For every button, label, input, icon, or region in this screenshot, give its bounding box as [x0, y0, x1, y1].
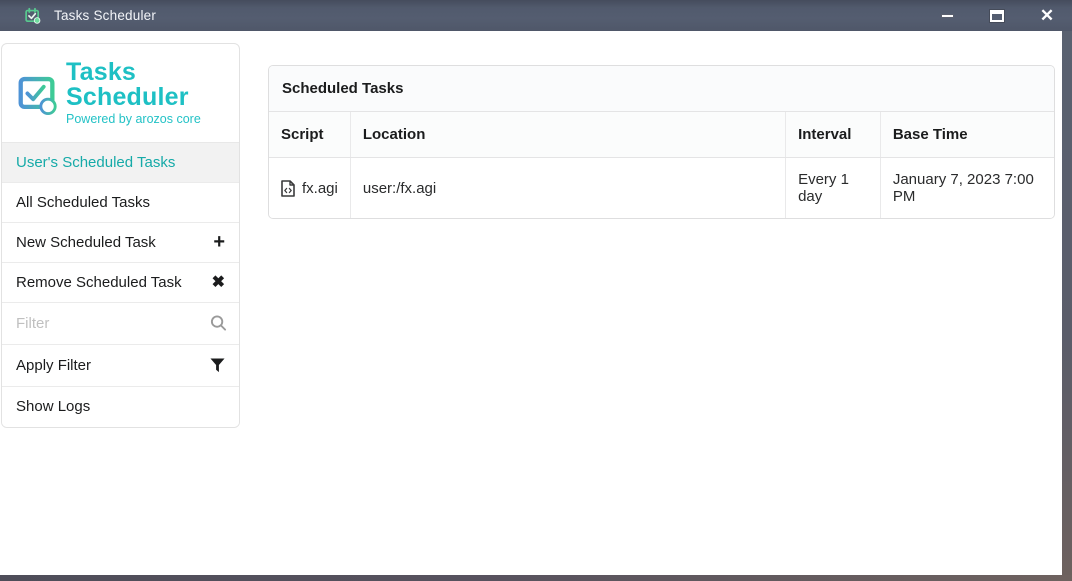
sidebar-item-new-scheduled-task[interactable]: New Scheduled Task + [2, 223, 239, 263]
filter-input[interactable] [2, 303, 239, 344]
titlebar: Tasks Scheduler ✕ [0, 0, 1072, 31]
sidebar-item-label: Apply Filter [16, 357, 91, 374]
table-header-row: Script Location Interval Base Time [269, 112, 1054, 158]
task-script-name: fx.agi [302, 180, 338, 197]
window-frame-right [1062, 31, 1072, 581]
close-icon: ✕ [1040, 7, 1054, 24]
sidebar-menu: User's Scheduled Tasks All Scheduled Tas… [2, 142, 239, 427]
window-title: Tasks Scheduler [54, 8, 156, 23]
sidebar-item-apply-filter[interactable]: Apply Filter [2, 345, 239, 387]
maximize-button[interactable] [984, 3, 1010, 29]
sidebar-item-users-scheduled-tasks[interactable]: User's Scheduled Tasks [2, 143, 239, 183]
window-frame-bottom [0, 575, 1072, 581]
minimize-button[interactable] [934, 3, 960, 29]
task-interval: Every 1 day [786, 158, 881, 219]
maximize-icon [990, 10, 1004, 22]
column-header-interval: Interval [786, 112, 881, 158]
sidebar-item-show-logs[interactable]: Show Logs [2, 387, 239, 427]
column-header-script: Script [269, 112, 350, 158]
sidebar: Tasks Scheduler Powered by arozos core U… [1, 43, 240, 428]
sidebar-item-remove-scheduled-task[interactable]: Remove Scheduled Task ✖ [2, 263, 239, 303]
app-tagline: Powered by arozos core [66, 113, 229, 126]
task-base-time: January 7, 2023 7:00 PM [880, 158, 1054, 219]
sidebar-item-label: Remove Scheduled Task [16, 274, 182, 291]
logo-text: Tasks Scheduler Powered by arozos core [66, 60, 229, 126]
app-window: Tasks Scheduler ✕ [0, 0, 1072, 581]
table-row[interactable]: fx.agi user:/fx.agi Every 1 day January … [269, 158, 1054, 219]
plus-icon: + [213, 231, 225, 254]
column-header-base-time: Base Time [880, 112, 1054, 158]
filter-row [2, 303, 239, 345]
column-header-location: Location [350, 112, 785, 158]
scheduled-tasks-table: Script Location Interval Base Time [269, 112, 1054, 218]
minimize-icon [941, 14, 954, 18]
task-location: user:/fx.agi [350, 158, 785, 219]
panel-title: Scheduled Tasks [269, 66, 1054, 112]
sidebar-item-label: User's Scheduled Tasks [16, 154, 175, 171]
remove-icon: ✖ [212, 272, 225, 292]
filter-funnel-icon [210, 358, 225, 373]
close-button[interactable]: ✕ [1034, 3, 1060, 29]
sidebar-item-label: New Scheduled Task [16, 234, 156, 251]
sidebar-item-label: All Scheduled Tasks [16, 194, 150, 211]
sidebar-item-label: Show Logs [16, 398, 90, 415]
app-name: Tasks Scheduler [66, 60, 229, 110]
app-calendar-icon [24, 7, 41, 24]
tasks-scheduler-logo-icon [14, 69, 60, 116]
scheduled-tasks-panel: Scheduled Tasks Script Location Interval… [268, 65, 1055, 219]
search-icon [210, 315, 227, 332]
file-code-icon [281, 180, 295, 197]
app-logo: Tasks Scheduler Powered by arozos core [2, 44, 239, 142]
sidebar-item-all-scheduled-tasks[interactable]: All Scheduled Tasks [2, 183, 239, 223]
window-controls: ✕ [934, 0, 1060, 31]
